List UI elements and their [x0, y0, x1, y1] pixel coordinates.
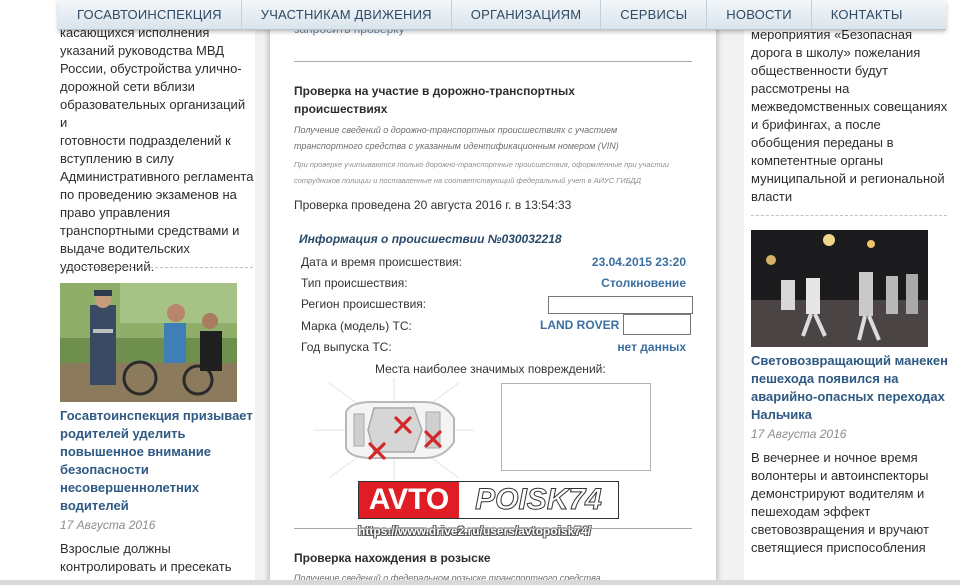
text-line: дорожной сети вблизи — [60, 79, 195, 94]
damage-details-box — [501, 383, 651, 471]
model-label: Марка (модель) ТС: — [301, 319, 412, 333]
text-line: пешеходам эффект — [751, 504, 871, 519]
model-value: LAND ROVER — [540, 318, 620, 332]
link-line[interactable]: повышенное внимание — [60, 443, 255, 461]
left-news-title-link[interactable]: Госавтоинспекция призывает родителей уде… — [60, 407, 255, 515]
title-line: Проверка на участие в дорожно-транспортн… — [294, 84, 575, 98]
check-result-panel: запросить проверку Проверка на участие в… — [270, 0, 716, 585]
link-line[interactable]: пешехода появился на — [751, 370, 951, 388]
gutter-right — [718, 0, 744, 585]
right-news-text: мероприятия «Безопасная дорога в школу» … — [751, 26, 951, 206]
subtitle-line: Получение сведений о дорожно-транспортны… — [294, 125, 618, 135]
title-line: происшествиях — [294, 102, 388, 116]
subtitle-line: транспортного средства с указанным идент… — [294, 141, 619, 151]
watermark-right: POISK74 — [459, 482, 618, 518]
text-line: право управления — [60, 205, 171, 220]
redacted-model — [623, 314, 691, 335]
text-line: В вечернее и ночное время — [751, 450, 918, 465]
accident-check-title: Проверка на участие в дорожно-транспортн… — [294, 82, 624, 118]
text-line: межведомственных совещаниях — [751, 99, 948, 114]
text-line: указаний руководства МВД — [60, 43, 225, 58]
text-line: общественности будут — [751, 63, 889, 78]
type-label: Тип происшествия: — [301, 276, 408, 290]
accident-check-subtitle: Получение сведений о дорожно-транспортны… — [294, 122, 654, 154]
left-column: касающихся исполнения указаний руководст… — [60, 0, 255, 585]
divider — [294, 61, 692, 62]
watermark-left: AVTO — [359, 482, 459, 518]
link-line[interactable]: безопасности — [60, 461, 255, 479]
link-line[interactable]: Госавтоинспекция призывает — [60, 407, 255, 425]
text-line: обобщения переданы в — [751, 135, 894, 150]
year-label: Год выпуска ТС: — [301, 340, 392, 354]
text-line: Взрослые должны — [60, 541, 171, 556]
text-line: Административного регламента — [60, 169, 254, 184]
damage-label: Места наиболее значимых повреждений: — [375, 362, 606, 376]
nav-news[interactable]: НОВОСТИ — [707, 0, 812, 30]
watermark-url: https://www.drive2.ru/users/avtopoisk74/ — [358, 524, 591, 538]
wanted-check-title: Проверка нахождения в розыске — [294, 551, 491, 565]
nav-organizations[interactable]: ОРГАНИЗАЦИЯМ — [452, 0, 602, 30]
text-line: световозвращения и вручают — [751, 522, 929, 537]
gutter-left — [255, 0, 268, 585]
check-timestamp: Проверка проведена 20 августа 2016 г. в … — [294, 198, 572, 212]
link-line[interactable]: аварийно-опасных переходах — [751, 388, 951, 406]
link-line[interactable]: водителей — [60, 497, 255, 515]
text-line: контролировать и пресекать — [60, 559, 232, 574]
right-news-date: 17 Августа 2016 — [751, 427, 847, 441]
right-column: мероприятия «Безопасная дорога в школу» … — [751, 0, 951, 585]
text-line: демонстрируют водителям и — [751, 486, 925, 501]
car-damage-diagram — [314, 378, 474, 482]
link-line[interactable]: Нальчика — [751, 406, 951, 424]
text-line: по проведению экзаменов на — [60, 187, 237, 202]
text-line: дорога в школу» пожелания — [751, 45, 921, 60]
left-news-snippet: Взрослые должны контролировать и пресека… — [60, 540, 255, 585]
nav-gosavtoinspekciya[interactable]: ГОСАВТОИНСПЕКЦИЯ — [58, 0, 242, 30]
divider — [60, 267, 253, 268]
nav-contacts[interactable]: КОНТАКТЫ — [812, 0, 922, 30]
link-line[interactable]: Световозвращающий манекен — [751, 352, 951, 370]
accident-info-title: Информация о происшествии №030032218 — [299, 232, 562, 246]
left-news-text: касающихся исполнения указаний руководст… — [60, 24, 255, 276]
note-line: При проверке учитываются только дорожно-… — [294, 160, 669, 169]
type-value: Столкновение — [601, 276, 686, 290]
text-line: светящиеся приспособления — [751, 540, 926, 555]
text-line: волонтеры и автоинспекторы — [751, 468, 929, 483]
text-line: и брифингах, а после — [751, 117, 881, 132]
link-line[interactable]: несовершеннолетних — [60, 479, 255, 497]
text-line: выдаче водительских — [60, 241, 190, 256]
text-line: вступлению в силу — [60, 151, 174, 166]
note-line: сотрудников полиции и поставленные на со… — [294, 176, 641, 185]
text-line: рассмотрены на — [751, 81, 850, 96]
text-line: муниципальной и региональной — [751, 171, 945, 186]
divider — [294, 528, 692, 529]
datetime-label: Дата и время происшествия: — [301, 255, 463, 269]
link-line[interactable]: родителей уделить — [60, 425, 255, 443]
window-bottom-edge — [0, 580, 960, 585]
divider — [751, 215, 947, 216]
news-photo-night-pedestrians[interactable] — [751, 230, 928, 347]
datetime-value: 23.04.2015 23:20 — [591, 255, 686, 269]
text-line: образовательных организаций и — [60, 97, 246, 130]
text-line: транспортными средствами и — [60, 223, 240, 238]
watermark-logo: AVTO POISK74 — [358, 481, 619, 519]
right-news-snippet: В вечернее и ночное время волонтеры и ав… — [751, 449, 951, 557]
top-navigation: ГОСАВТОИНСПЕКЦИЯ УЧАСТНИКАМ ДВИЖЕНИЯ ОРГ… — [58, 0, 946, 30]
region-label: Регион происшествия: — [301, 297, 427, 311]
year-value: нет данных — [617, 340, 686, 354]
accident-check-note: При проверке учитываются только дорожно-… — [294, 157, 674, 189]
redacted-region — [548, 296, 693, 314]
news-photo-police-teens[interactable] — [60, 283, 237, 402]
right-news-title-link[interactable]: Световозвращающий манекен пешехода появи… — [751, 352, 951, 424]
nav-services[interactable]: СЕРВИСЫ — [601, 0, 708, 30]
text-line: компетентные органы — [751, 153, 884, 168]
text-line: власти — [751, 189, 793, 204]
nav-participants[interactable]: УЧАСТНИКАМ ДВИЖЕНИЯ — [242, 0, 452, 30]
text-line: России, обустройства улично- — [60, 61, 242, 76]
text-line: готовности подразделений к — [60, 133, 231, 148]
left-news-date: 17 Августа 2016 — [60, 518, 156, 532]
